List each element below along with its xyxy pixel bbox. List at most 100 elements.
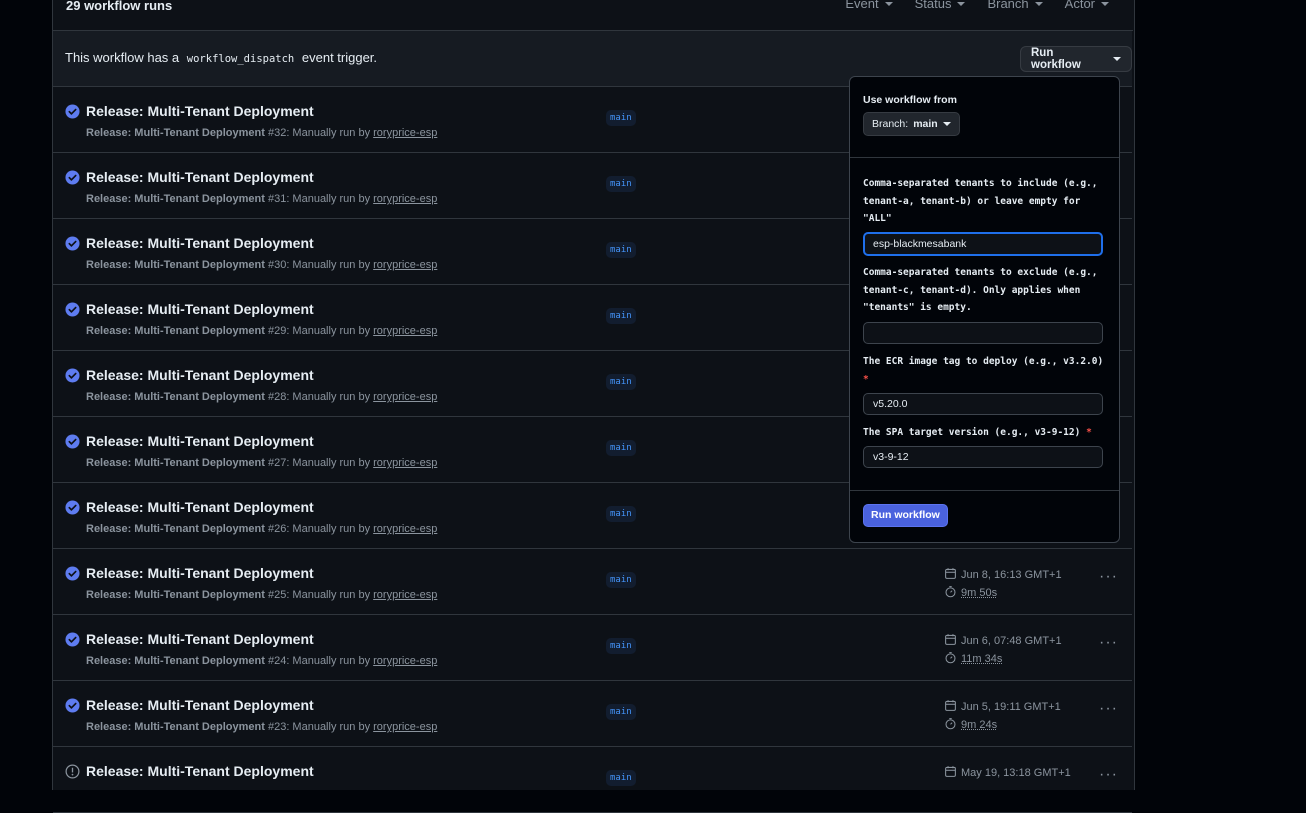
run-date-text: Jun 6, 07:48 GMT+1 xyxy=(961,635,1062,647)
run-date: Jun 6, 07:48 GMT+1 xyxy=(944,633,1062,649)
branch-badge[interactable]: main xyxy=(606,242,636,258)
table-row[interactable]: Release: Multi-Tenant Deployment Release:… xyxy=(53,681,1132,747)
run-title[interactable]: Release: Multi-Tenant Deployment xyxy=(86,499,314,515)
run-title[interactable]: Release: Multi-Tenant Deployment xyxy=(86,367,314,383)
table-row[interactable]: Release: Multi-Tenant Deployment Release:… xyxy=(53,615,1132,681)
run-title[interactable]: Release: Multi-Tenant Deployment xyxy=(86,763,314,779)
ecr-image-tag-label: The ECR image tag to deploy (e.g., v3.2.… xyxy=(863,356,1104,385)
run-trigger: : Manually run by xyxy=(286,523,371,535)
run-actor-link[interactable]: roryprice-esp xyxy=(373,391,437,403)
filter-status[interactable]: Status xyxy=(915,0,966,11)
caret-down-icon xyxy=(884,1,893,6)
check-circle-icon xyxy=(65,500,80,515)
run-meta: Release: Multi-Tenant Deployment #29: Ma… xyxy=(86,325,437,337)
branch-badge[interactable]: main xyxy=(606,176,636,192)
run-title[interactable]: Release: Multi-Tenant Deployment xyxy=(86,631,314,647)
more-options-icon[interactable]: ··· xyxy=(1099,634,1118,652)
run-actor-link[interactable]: roryprice-esp xyxy=(373,325,437,337)
run-title[interactable]: Release: Multi-Tenant Deployment xyxy=(86,565,314,581)
run-actor-link[interactable]: roryprice-esp xyxy=(373,523,437,535)
run-workflow-name: Release: Multi-Tenant Deployment xyxy=(86,325,265,337)
branch-badge[interactable]: main xyxy=(606,374,636,390)
run-workflow-popover: Use workflow from Branch: main Comma-sep… xyxy=(849,76,1120,543)
check-circle-icon xyxy=(65,236,80,251)
more-options-icon[interactable]: ··· xyxy=(1099,700,1118,718)
run-duration: 9m 24s xyxy=(944,717,997,733)
branch-badge[interactable]: main xyxy=(606,440,636,456)
run-actor-link[interactable]: roryprice-esp xyxy=(373,589,437,601)
branch-badge[interactable]: main xyxy=(606,704,636,720)
run-number: #31 xyxy=(267,193,287,205)
filter-event[interactable]: Event xyxy=(845,0,893,11)
run-workflow-name: Release: Multi-Tenant Deployment xyxy=(86,127,265,139)
branch-badge[interactable]: main xyxy=(606,770,636,786)
run-workflow-name: Release: Multi-Tenant Deployment xyxy=(86,259,265,271)
run-workflow-name: Release: Multi-Tenant Deployment xyxy=(86,655,265,667)
run-title[interactable]: Release: Multi-Tenant Deployment xyxy=(86,103,314,119)
run-number: #30 xyxy=(267,259,287,271)
ecr-image-tag-input[interactable] xyxy=(863,393,1103,415)
alert-circle-icon xyxy=(65,764,80,779)
run-title[interactable]: Release: Multi-Tenant Deployment xyxy=(86,697,314,713)
run-number: #32 xyxy=(267,127,287,139)
run-trigger: : Manually run by xyxy=(286,259,371,271)
run-number: #27 xyxy=(267,457,287,469)
filter-bar: Event Status Branch Actor xyxy=(845,0,1109,11)
run-meta: Release: Multi-Tenant Deployment #23: Ma… xyxy=(86,721,437,733)
calendar-icon xyxy=(944,699,957,715)
check-circle-icon xyxy=(65,566,80,581)
more-options-icon[interactable]: ··· xyxy=(1099,766,1118,784)
branch-badge[interactable]: main xyxy=(606,308,636,324)
run-workflow-button[interactable]: Run workflow xyxy=(1020,46,1132,72)
run-workflow-label: Run workflow xyxy=(1031,47,1081,71)
run-actor-link[interactable]: roryprice-esp xyxy=(373,127,437,139)
run-actor-link[interactable]: roryprice-esp xyxy=(373,193,437,205)
submit-run-workflow-button[interactable]: Run workflow xyxy=(863,504,948,527)
dispatch-text: This workflow has a workflow_dispatch ev… xyxy=(65,50,377,67)
branch-badge[interactable]: main xyxy=(606,572,636,588)
run-date-text: Jun 5, 19:11 GMT+1 xyxy=(961,701,1061,713)
run-trigger: : Manually run by xyxy=(286,589,371,601)
table-row[interactable]: Release: Multi-Tenant Deployment main May … xyxy=(53,747,1132,813)
run-meta: Release: Multi-Tenant Deployment #31: Ma… xyxy=(86,193,437,205)
run-meta: Release: Multi-Tenant Deployment #28: Ma… xyxy=(86,391,437,403)
filter-branch[interactable]: Branch xyxy=(987,0,1043,11)
check-circle-icon xyxy=(65,104,80,119)
branch-badge[interactable]: main xyxy=(606,506,636,522)
stopwatch-icon xyxy=(944,585,957,601)
filter-actor[interactable]: Actor xyxy=(1065,0,1109,11)
branch-badge[interactable]: main xyxy=(606,638,636,654)
run-workflow-name: Release: Multi-Tenant Deployment xyxy=(86,391,265,403)
branch-select-button[interactable]: Branch: main xyxy=(863,112,960,136)
run-duration: 11m 34s xyxy=(944,651,1002,667)
caret-down-icon xyxy=(957,1,966,6)
run-date-text: Jun 8, 16:13 GMT+1 xyxy=(961,569,1062,581)
run-meta: Release: Multi-Tenant Deployment #26: Ma… xyxy=(86,523,437,535)
filter-event-label: Event xyxy=(845,0,879,11)
run-trigger: : Manually run by xyxy=(286,391,371,403)
run-number: #26 xyxy=(267,523,287,535)
run-actor-link[interactable]: roryprice-esp xyxy=(373,655,437,667)
run-trigger: : Manually run by xyxy=(286,325,371,337)
run-meta: Release: Multi-Tenant Deployment #25: Ma… xyxy=(86,589,437,601)
tenants-include-input[interactable] xyxy=(863,232,1103,256)
filter-branch-label: Branch xyxy=(987,0,1029,11)
run-actor-link[interactable]: roryprice-esp xyxy=(373,457,437,469)
tenants-exclude-input[interactable] xyxy=(863,322,1103,344)
branch-badge[interactable]: main xyxy=(606,110,636,126)
run-actor-link[interactable]: roryprice-esp xyxy=(373,721,437,733)
run-duration-text: 11m 34s xyxy=(961,653,1003,665)
run-title[interactable]: Release: Multi-Tenant Deployment xyxy=(86,301,314,317)
run-title[interactable]: Release: Multi-Tenant Deployment xyxy=(86,235,314,251)
run-actor-link[interactable]: roryprice-esp xyxy=(373,259,437,271)
branch-value: main xyxy=(913,118,938,130)
run-title[interactable]: Release: Multi-Tenant Deployment xyxy=(86,169,314,185)
run-duration-text: 9m 50s xyxy=(961,587,998,599)
table-row[interactable]: Release: Multi-Tenant Deployment Release:… xyxy=(53,549,1132,615)
filter-status-label: Status xyxy=(914,0,952,11)
more-options-icon[interactable]: ··· xyxy=(1099,568,1118,586)
spa-version-input[interactable] xyxy=(863,446,1103,468)
run-title[interactable]: Release: Multi-Tenant Deployment xyxy=(86,433,314,449)
caret-down-icon xyxy=(1101,1,1109,6)
run-meta: Release: Multi-Tenant Deployment #27: Ma… xyxy=(86,457,437,469)
